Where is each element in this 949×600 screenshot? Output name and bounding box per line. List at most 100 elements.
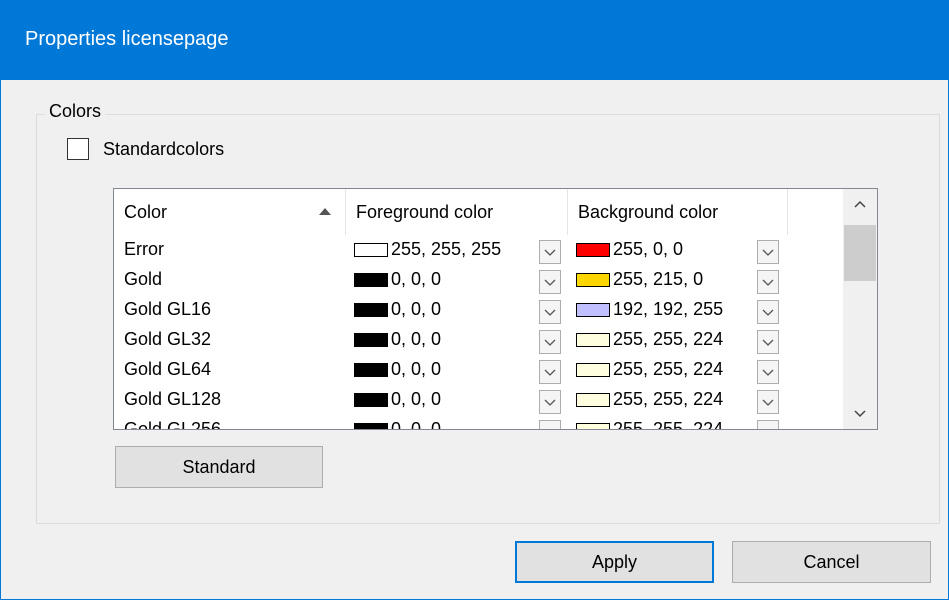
background-dropdown-button[interactable]	[757, 300, 779, 324]
chevron-down-icon	[762, 399, 774, 406]
background-value: 255, 215, 0	[576, 269, 703, 290]
foreground-dropdown-button[interactable]	[539, 360, 561, 384]
column-header-background[interactable]: Background color	[568, 189, 788, 235]
chevron-down-icon	[762, 339, 774, 346]
standardcolors-checkbox-row[interactable]: Standardcolors	[67, 138, 224, 160]
table-row[interactable]: Error 255, 255, 255 255, 0, 0	[114, 235, 844, 265]
chevron-down-icon	[544, 369, 556, 376]
background-rgb: 255, 255, 224	[613, 329, 724, 349]
foreground-dropdown-button[interactable]	[539, 300, 561, 324]
background-swatch	[576, 362, 610, 377]
foreground-rgb: 0, 0, 0	[391, 329, 442, 349]
colors-group-label: Colors	[45, 101, 106, 122]
foreground-value: 0, 0, 0	[354, 329, 441, 350]
foreground-swatch	[354, 302, 388, 317]
foreground-dropdown-button[interactable]	[539, 240, 561, 264]
foreground-value: 0, 0, 0	[354, 299, 441, 320]
background-swatch	[576, 392, 610, 407]
foreground-rgb: 0, 0, 0	[391, 419, 442, 430]
background-dropdown-button[interactable]	[757, 390, 779, 414]
chevron-down-icon	[762, 309, 774, 316]
foreground-dropdown-button[interactable]	[539, 270, 561, 294]
background-swatch	[576, 242, 610, 257]
background-rgb: 255, 215, 0	[613, 269, 704, 289]
scroll-thumb[interactable]	[844, 225, 876, 281]
standardcolors-checkbox[interactable]	[67, 138, 89, 160]
chevron-down-icon	[854, 410, 866, 418]
foreground-value: 0, 0, 0	[354, 389, 441, 410]
foreground-swatch	[354, 332, 388, 347]
background-value: 255, 255, 224	[576, 419, 724, 430]
background-swatch	[576, 332, 610, 347]
foreground-dropdown-button[interactable]	[539, 420, 561, 430]
foreground-dropdown-button[interactable]	[539, 330, 561, 354]
background-dropdown-button[interactable]	[757, 330, 779, 354]
color-name: Gold GL256	[124, 419, 222, 430]
chevron-down-icon	[544, 249, 556, 256]
foreground-value: 0, 0, 0	[354, 269, 441, 290]
scroll-up-button[interactable]	[843, 189, 877, 219]
background-dropdown-button[interactable]	[757, 270, 779, 294]
chevron-down-icon	[544, 279, 556, 286]
foreground-rgb: 0, 0, 0	[391, 269, 442, 289]
color-name: Gold GL16	[124, 299, 212, 319]
list-header: Color Foreground color Background color	[114, 189, 844, 235]
background-value: 255, 0, 0	[576, 239, 683, 260]
background-swatch	[576, 422, 610, 429]
scroll-down-button[interactable]	[843, 399, 877, 429]
background-swatch	[576, 302, 610, 317]
title-bar[interactable]: Properties licensepage	[1, 0, 949, 80]
background-dropdown-button[interactable]	[757, 420, 779, 430]
table-row[interactable]: Gold GL256 0, 0, 0 255, 255, 224	[114, 415, 844, 430]
foreground-value: 0, 0, 0	[354, 359, 441, 380]
background-rgb: 255, 255, 224	[613, 389, 724, 409]
background-dropdown-button[interactable]	[757, 240, 779, 264]
background-value: 255, 255, 224	[576, 359, 723, 380]
table-row[interactable]: Gold GL64 0, 0, 0 255, 255, 224	[114, 355, 844, 385]
chevron-down-icon	[544, 309, 556, 316]
table-row[interactable]: Gold GL128 0, 0, 0 255, 255, 224	[114, 385, 844, 415]
column-header-foreground[interactable]: Foreground color	[346, 189, 568, 235]
chevron-down-icon	[762, 249, 774, 256]
table-row[interactable]: Gold GL32 0, 0, 0 255, 255, 224	[114, 325, 844, 355]
standardcolors-label[interactable]: Standardcolors	[103, 139, 224, 160]
foreground-dropdown-button[interactable]	[539, 390, 561, 414]
vertical-scrollbar[interactable]	[843, 189, 877, 429]
background-rgb: 255, 255, 224	[613, 419, 724, 430]
column-header-color[interactable]: Color	[114, 189, 346, 235]
properties-dialog: Properties licensepage Colors Standardco…	[0, 0, 949, 600]
list-body: Error 255, 255, 255 255, 0, 0 Gold 0, 0, 0 25…	[114, 235, 844, 430]
color-name: Gold	[124, 269, 163, 289]
column-header-background-label: Background color	[578, 201, 719, 222]
sort-ascending-icon	[319, 208, 331, 215]
chevron-down-icon	[544, 399, 556, 406]
color-name: Gold GL32	[124, 329, 212, 349]
table-row[interactable]: Gold GL16 0, 0, 0 192, 192, 255	[114, 295, 844, 325]
chevron-down-icon	[544, 339, 556, 346]
background-value: 255, 255, 224	[576, 329, 723, 350]
column-header-foreground-label: Foreground color	[356, 201, 494, 222]
column-header-color-label: Color	[124, 201, 168, 222]
color-name: Gold GL64	[124, 359, 212, 379]
background-swatch	[576, 272, 610, 287]
color-name: Error	[124, 239, 164, 259]
color-list[interactable]: Color Foreground color Background color …	[113, 188, 878, 430]
standard-button[interactable]: Standard	[115, 446, 323, 488]
cancel-button[interactable]: Cancel	[732, 541, 931, 583]
background-rgb: 255, 255, 224	[613, 359, 724, 379]
chevron-down-icon	[544, 429, 556, 430]
chevron-down-icon	[762, 279, 774, 286]
foreground-rgb: 255, 255, 255	[391, 239, 502, 259]
chevron-down-icon	[762, 429, 774, 430]
foreground-rgb: 0, 0, 0	[391, 299, 442, 319]
foreground-rgb: 0, 0, 0	[391, 359, 442, 379]
background-dropdown-button[interactable]	[757, 360, 779, 384]
table-row[interactable]: Gold 0, 0, 0 255, 215, 0	[114, 265, 844, 295]
foreground-swatch	[354, 362, 388, 377]
background-rgb: 192, 192, 255	[613, 299, 724, 319]
chevron-down-icon	[762, 369, 774, 376]
foreground-value: 255, 255, 255	[354, 239, 501, 260]
foreground-swatch	[354, 272, 388, 287]
apply-button[interactable]: Apply	[515, 541, 714, 583]
window-title: Properties licensepage	[25, 28, 229, 50]
